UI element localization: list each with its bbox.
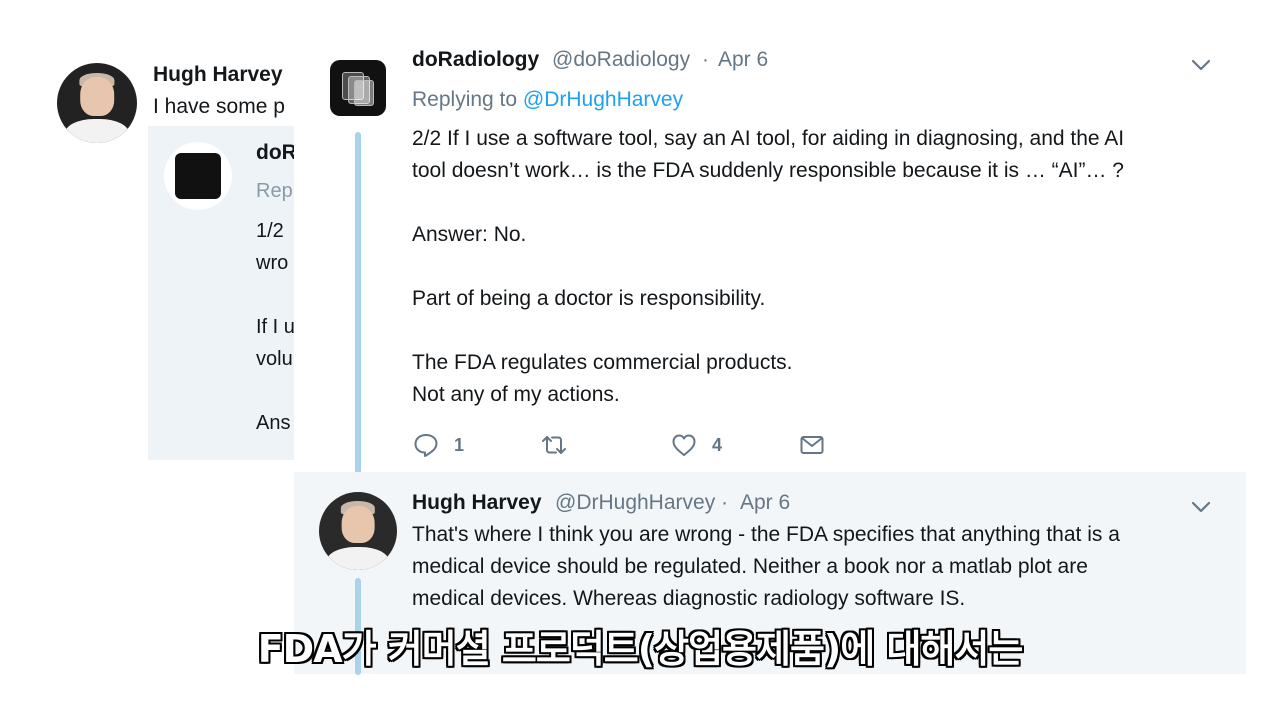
quoted-line: Ans [256, 412, 291, 434]
reply-text-line: medical devices. Whereas diagnostic radi… [412, 587, 966, 610]
reply-text-line: medical device should be regulated. Neit… [412, 555, 1088, 578]
reply-text-line: That's where I think you are wrong - the… [412, 523, 1120, 546]
replying-to-label: Replying to [412, 88, 518, 111]
tweet-text-line: tool doesn’t work… is the FDA suddenly r… [412, 159, 1124, 182]
chevron-down-icon[interactable] [1188, 52, 1214, 78]
quoted-line: If I u [256, 316, 295, 338]
avatar-face [80, 77, 114, 116]
hugh-harvey-avatar[interactable] [57, 63, 137, 143]
quoted-line: volu [256, 348, 293, 370]
background-tweet-text: I have some p [153, 95, 285, 118]
tweet-text-line: Answer: No. [412, 223, 527, 246]
background-quoted-tweet[interactable]: doR Rep 1/2 wro If I u volu Ans [148, 126, 308, 460]
quoted-line: 1/2 [256, 220, 284, 242]
quoted-author-fragment: doR [256, 141, 297, 164]
tweet-author-handle[interactable]: @doRadiology [552, 48, 690, 72]
chevron-down-icon[interactable] [1188, 494, 1214, 520]
reply-count: 1 [454, 434, 465, 455]
reply-date[interactable]: Apr 6 [740, 491, 790, 515]
reply-icon [414, 434, 438, 457]
quoted-reply-fragment: Rep [256, 180, 293, 202]
tweet-date[interactable]: Apr 6 [718, 48, 768, 72]
tweet-actions: 1 4 [412, 428, 852, 462]
tweet-text-line: Not any of my actions. [412, 383, 620, 406]
tweet-text-line: The FDA regulates commercial products. [412, 351, 793, 374]
thread-connector-line [355, 132, 361, 487]
replying-to: Replying to @DrHughHarvey [412, 88, 683, 112]
like-count: 4 [712, 434, 723, 455]
hugh-harvey-avatar[interactable] [319, 492, 397, 570]
background-author-name[interactable]: Hugh Harvey [153, 63, 283, 87]
doradiology-avatar[interactable] [330, 60, 386, 116]
retweet-icon [542, 436, 566, 454]
tweet-text-line: Part of being a doctor is responsibility… [412, 287, 766, 310]
direct-message-button[interactable] [798, 428, 826, 462]
avatar-shirt [65, 119, 129, 143]
meta-separator: · [721, 491, 728, 514]
background-tweet: Hugh Harvey I have some p doR Rep 1/2 wr… [0, 0, 308, 470]
avatar-face [341, 506, 375, 544]
replying-to-handle-link[interactable]: @DrHughHarvey [523, 88, 683, 111]
video-subtitle: FDA가 커머셜 프로덕트(상업용제품)에 대해서는 [257, 627, 1024, 671]
reply-author-name[interactable]: Hugh Harvey [412, 491, 542, 515]
reply-author-handle[interactable]: @DrHughHarvey [555, 491, 715, 515]
reply-button[interactable]: 1 [412, 428, 464, 462]
doradiology-avatar-small [164, 142, 232, 210]
message-icon [800, 436, 824, 454]
tweet-author-name[interactable]: doRadiology [412, 48, 539, 72]
avatar-shirt [326, 546, 390, 570]
meta-separator: · [702, 48, 709, 71]
like-icon [672, 434, 696, 456]
tweet-text-line: 2/2 If I use a software tool, say an AI … [412, 127, 1125, 150]
like-button[interactable]: 4 [670, 428, 722, 462]
quoted-line: wro [256, 252, 289, 274]
retweet-button[interactable] [540, 428, 582, 462]
tweet-card[interactable]: doRadiology @doRadiology · Apr 6 Replyin… [294, 0, 1280, 720]
